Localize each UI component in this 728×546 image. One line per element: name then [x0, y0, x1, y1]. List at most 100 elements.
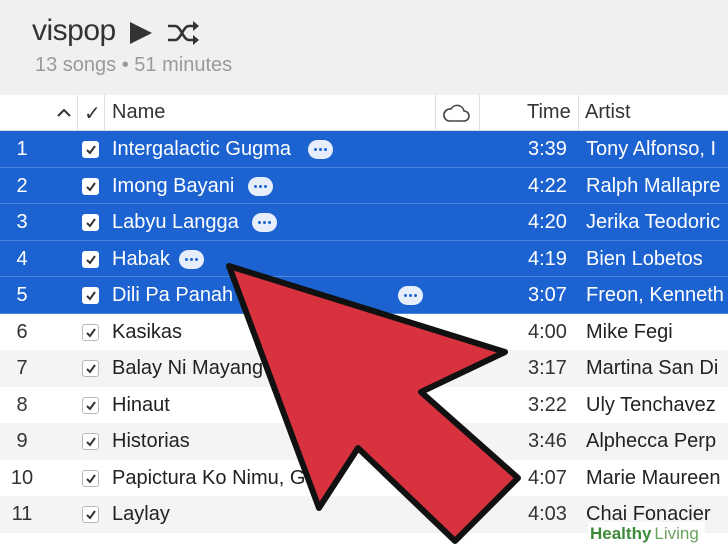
track-name: Labyu Langga	[112, 211, 239, 233]
track-artist: Bien Lobetos	[586, 247, 703, 270]
track-name: Intergalactic Gugma	[112, 138, 291, 160]
column-header-row: ✓ Name Time Artist	[0, 95, 728, 131]
track-time: 3:22	[528, 393, 567, 416]
more-options-icon[interactable]	[398, 286, 423, 305]
track-time: 4:20	[528, 211, 567, 233]
shuffle-icon[interactable]	[166, 18, 200, 48]
more-options-icon[interactable]	[308, 140, 333, 159]
table-row[interactable]: 6 Kasikas 4:00 Mike Fegi	[0, 314, 728, 351]
checkmark-icon	[86, 364, 96, 374]
column-header-time[interactable]: Time	[527, 101, 571, 124]
table-row[interactable]: 3 Labyu Langga 4:20 Jerika Teodoric	[0, 204, 728, 241]
track-checkbox[interactable]	[82, 506, 99, 523]
track-number: 4	[16, 247, 28, 270]
track-time: 3:07	[528, 284, 567, 306]
track-name: Laylay	[112, 503, 170, 525]
track-time: 4:03	[528, 503, 567, 525]
column-header-check[interactable]: ✓	[84, 101, 101, 126]
track-name: Imong Bayani	[112, 174, 235, 197]
track-checkbox[interactable]	[82, 469, 99, 487]
table-row[interactable]: 10 Papictura Ko Nimu, Gw 4:07 Marie Maureen	[0, 460, 728, 497]
track-name: Dili Pa Panah Kann...	[112, 284, 303, 306]
track-number: 7	[16, 357, 28, 379]
column-divider	[479, 95, 480, 131]
playlist-title: vispop	[32, 14, 116, 47]
track-time: 4:22	[528, 174, 567, 197]
track-time: 3:46	[528, 430, 567, 452]
column-divider	[104, 95, 105, 131]
watermark-first: Healthy	[590, 524, 652, 543]
track-number: 11	[11, 503, 33, 525]
track-number: 10	[10, 466, 34, 489]
column-divider	[578, 95, 579, 131]
track-checkbox[interactable]	[82, 360, 99, 377]
track-artist: Freon, Kenneth	[586, 284, 724, 306]
checkmark-icon	[86, 510, 96, 520]
column-divider	[435, 95, 436, 131]
track-number: 8	[16, 393, 28, 416]
track-name: Historias	[112, 430, 190, 452]
track-checkbox[interactable]	[82, 250, 99, 268]
track-number: 2	[16, 174, 28, 197]
track-artist: Martina San Di	[586, 357, 719, 379]
checkmark-icon	[86, 291, 96, 301]
playlist-header: vispop 13 songs • 51 minutes	[0, 0, 728, 95]
column-header-artist[interactable]: Artist	[585, 101, 631, 124]
table-row[interactable]: 1 Intergalactic Gugma 3:39 Tony Alfonso, I	[0, 131, 728, 168]
track-checkbox[interactable]	[82, 177, 99, 195]
checkmark-icon	[86, 400, 96, 411]
track-checkbox[interactable]	[82, 396, 99, 414]
table-row[interactable]: 4 Habak 4:19 Bien Lobetos	[0, 240, 728, 277]
track-number: 9	[16, 430, 28, 452]
track-time: 4:19	[528, 247, 567, 270]
track-checkbox[interactable]	[82, 214, 99, 231]
more-options-icon[interactable]	[252, 213, 277, 232]
track-name: Hinaut	[112, 393, 170, 416]
checkmark-icon	[86, 145, 96, 155]
track-artist: Uly Tenchavez	[586, 393, 716, 416]
playlist-summary: 13 songs • 51 minutes	[35, 54, 233, 76]
track-artist: Jerika Teodoric	[586, 211, 721, 233]
track-time: 3:17	[528, 357, 567, 379]
more-options-icon[interactable]	[179, 249, 204, 269]
watermark-second: Living	[654, 524, 699, 543]
checkmark-icon	[86, 327, 96, 338]
column-header-name[interactable]: Name	[112, 101, 165, 124]
track-time: 4:07	[528, 466, 567, 489]
table-row[interactable]: 9 Historias 3:46 Alphecca Perp	[0, 423, 728, 460]
track-time: 4:00	[528, 320, 567, 343]
track-artist: Ralph Mallapre	[586, 174, 721, 197]
column-divider	[77, 95, 78, 131]
track-number: 6	[16, 320, 28, 343]
table-row[interactable]: 2 Imong Bayani 4:22 Ralph Mallapre	[0, 167, 728, 204]
table-row[interactable]: 5 Dili Pa Panah Kann... 3:07 Freon, Kenneth	[0, 277, 728, 314]
track-checkbox[interactable]	[82, 433, 99, 450]
checkmark-icon	[86, 254, 96, 265]
watermark: Healthy Living	[588, 522, 705, 546]
checkmark-icon	[86, 437, 96, 447]
checkmark-icon	[86, 181, 96, 192]
track-list: 1 Intergalactic Gugma 3:39 Tony Alfonso, I 2…	[0, 131, 728, 533]
track-artist: Tony Alfonso, I	[586, 138, 717, 160]
table-row[interactable]: 7 Balay Ni Mayang 3:17 Martina San Di	[0, 350, 728, 387]
checkmark-icon	[86, 473, 96, 484]
track-number: 1	[16, 138, 28, 160]
cloud-icon[interactable]	[441, 101, 471, 125]
track-artist: Marie Maureen	[586, 466, 721, 489]
track-checkbox[interactable]	[82, 141, 99, 158]
play-icon[interactable]	[128, 19, 154, 47]
track-artist: Alphecca Perp	[586, 430, 717, 452]
checkmark-icon	[86, 218, 96, 228]
track-time: 3:39	[528, 138, 567, 160]
table-row[interactable]: 8 Hinaut 3:22 Uly Tenchavez	[0, 387, 728, 424]
more-options-icon[interactable]	[248, 176, 273, 196]
track-artist: Mike Fegi	[586, 320, 673, 343]
track-checkbox[interactable]	[82, 287, 99, 304]
track-number: 5	[16, 284, 28, 306]
track-name: Habak	[112, 247, 170, 270]
track-name: Kasikas	[112, 320, 183, 343]
chevron-up-icon[interactable]	[54, 103, 74, 123]
track-name: Balay Ni Mayang	[112, 357, 264, 379]
track-checkbox[interactable]	[82, 323, 99, 341]
track-name: Papictura Ko Nimu, Gw	[112, 466, 320, 489]
